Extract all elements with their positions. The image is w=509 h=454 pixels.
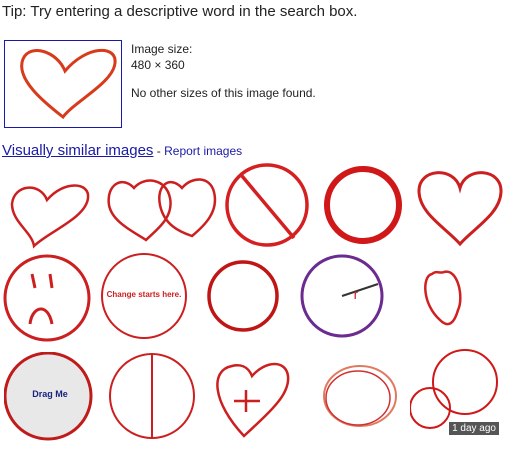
similar-image-change-starts-here[interactable]: Change starts here. [98,252,190,344]
tip-text: Tip: Try entering a descriptive word in … [2,3,358,20]
other-sizes-text: No other sizes of this image found. [131,86,316,100]
similar-image-two-circles[interactable]: 1 day ago [410,348,502,440]
circle-icon [324,166,402,244]
heart-icon [10,184,90,249]
similar-image-heart-plus[interactable] [208,358,300,450]
change-starts-text: Change starts here. [106,290,182,299]
split-circle-icon [109,353,195,439]
image-size-label: Image size: [131,42,193,56]
heart-drawing [20,49,117,120]
similar-image-heart-scribble[interactable] [2,170,94,262]
heart-icon [424,270,462,326]
similar-image-scribble-ellipse[interactable] [320,362,412,454]
ellipse-scribble-icon [323,365,397,427]
similar-image-red-ring[interactable] [320,162,412,254]
timestamp-badge: 1 day ago [449,422,499,435]
similar-image-double-heart[interactable] [104,170,217,262]
image-dimensions: 480 × 360 [131,58,185,72]
image-details: Image size: 480 × 360 No other sizes of … [131,41,316,101]
similar-image-no-symbol[interactable] [224,162,316,254]
similar-images-header: Visually similar images - Report images [2,142,242,160]
heart-plus-icon [216,362,290,438]
drag-me-text: Drag Me [32,389,68,399]
similar-image-radius-circle[interactable]: r [298,254,390,346]
radius-label: r [353,286,359,302]
similar-image-small-heart[interactable] [414,258,506,350]
no-symbol-icon [225,163,309,247]
circle-icon [207,260,279,332]
similar-image-drag-me[interactable]: Drag Me [4,352,96,444]
similar-image-sad-face[interactable] [2,252,94,344]
visually-similar-link[interactable]: Visually similar images [2,142,153,159]
double-heart-icon [107,178,217,242]
report-images-link[interactable]: Report images [164,144,242,158]
similar-image-thin-ring[interactable] [204,258,296,350]
radius-circle-icon [300,254,384,338]
heart-icon [417,171,503,247]
sad-face-icon [3,254,91,342]
separator: - [153,144,165,158]
similar-image-split-circle[interactable] [106,352,198,444]
similar-image-heart-outline[interactable] [414,164,506,256]
main-image-thumbnail[interactable] [4,40,122,128]
